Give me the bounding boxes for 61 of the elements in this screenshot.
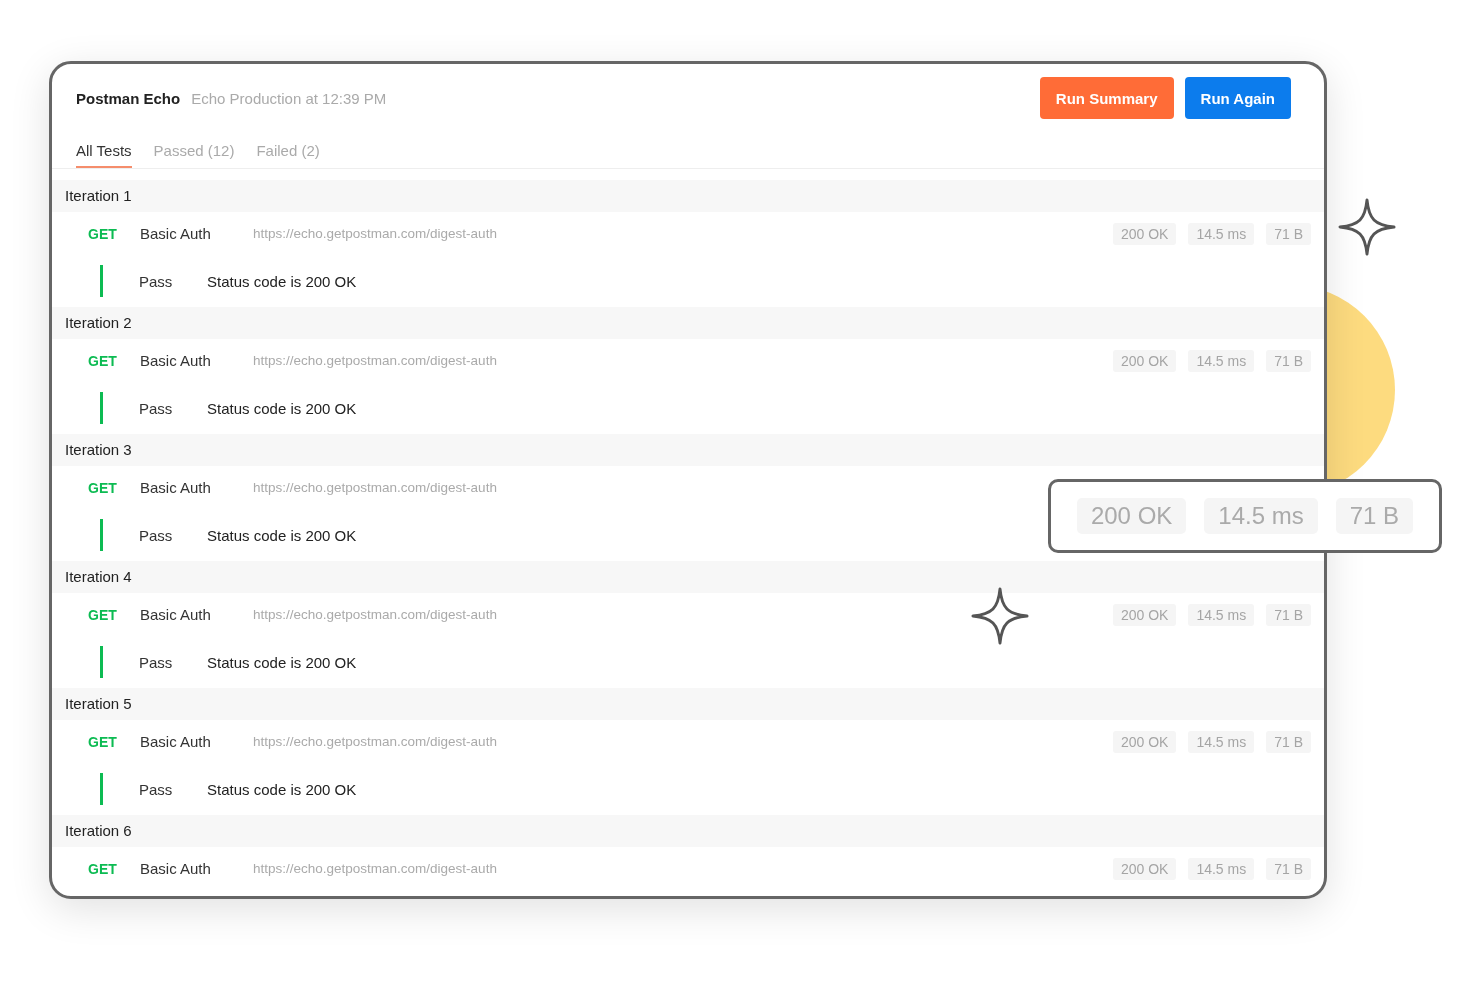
iteration-header: Iteration 4 [52,561,1324,593]
request-url: https://echo.getpostman.com/digest-auth [253,353,498,368]
test-name: Status code is 200 OK [207,526,357,544]
test-name: Status code is 200 OK [207,399,357,417]
metric-tag: 200 OK [1112,222,1177,245]
test-name: Status code is 200 OK [207,272,357,290]
request-name: Basic Auth [140,225,212,242]
request-url: https://echo.getpostman.com/digest-auth [253,607,498,622]
metric-tag: 71 B [1266,857,1311,880]
method-label: GET [88,479,118,496]
iteration-header: Iteration 1 [52,180,1324,212]
metric-tag: 71 B [1266,603,1311,626]
metric-tag: 200 OK [1112,603,1177,626]
window-title: Postman Echo [76,89,181,107]
iteration-header: Iteration 3 [52,434,1324,466]
metric-tag: 71 B [1266,349,1311,372]
request-url: https://echo.getpostman.com/digest-auth [253,226,498,241]
metric-tag: 14.5 ms [1188,857,1255,880]
metric-tag: 200 OK [1112,857,1177,880]
metric-tag: 14.5 ms [1188,730,1255,753]
method-label: GET [88,733,118,750]
metric-tag: 14.5 ms [1204,498,1318,534]
run-again-button[interactable]: Run Again [1184,77,1291,119]
metric-tag: 200 OK [1112,349,1177,372]
metric-tag: 14.5 ms [1188,603,1255,626]
method-label: GET [88,860,118,877]
request-name: Basic Auth [140,733,212,750]
test-result: Pass [139,653,174,671]
request-url: https://echo.getpostman.com/digest-auth [253,480,498,495]
request-url: https://echo.getpostman.com/digest-auth [253,861,498,876]
test-name: Status code is 200 OK [207,653,357,671]
method-label: GET [88,225,118,242]
request-name: Basic Auth [140,352,212,369]
method-label: GET [88,352,118,369]
metric-tag: 200 OK [1112,730,1177,753]
metric-tag: 200 OK [1076,498,1187,534]
sparkle-icon [1338,198,1396,256]
run-summary-button[interactable]: Run Summary [1039,77,1174,119]
metric-tag: 71 B [1335,498,1414,534]
request-name: Basic Auth [140,479,212,496]
tab[interactable]: Failed (2) [256,142,320,168]
tab[interactable]: Passed (12) [153,142,235,168]
test-result: Pass [139,272,174,290]
iteration-header: Iteration 6 [52,815,1324,847]
sparkle-icon [971,587,1029,645]
request-name: Basic Auth [140,860,212,877]
metric-tag: 71 B [1266,730,1311,753]
method-label: GET [88,606,118,623]
request-name: Basic Auth [140,606,212,623]
run-subtitle: Echo Production at 12:39 PM [191,89,387,107]
metric-tag: 71 B [1266,222,1311,245]
test-result: Pass [139,399,174,417]
test-name: Status code is 200 OK [207,780,357,798]
metric-tag: 14.5 ms [1188,222,1255,245]
request-url: https://echo.getpostman.com/digest-auth [253,734,498,749]
tab[interactable]: All Tests [76,142,132,168]
iteration-header: Iteration 5 [52,688,1324,720]
test-result: Pass [139,780,174,798]
metric-tag: 14.5 ms [1188,349,1255,372]
iteration-header: Iteration 2 [52,307,1324,339]
test-result: Pass [139,526,174,544]
